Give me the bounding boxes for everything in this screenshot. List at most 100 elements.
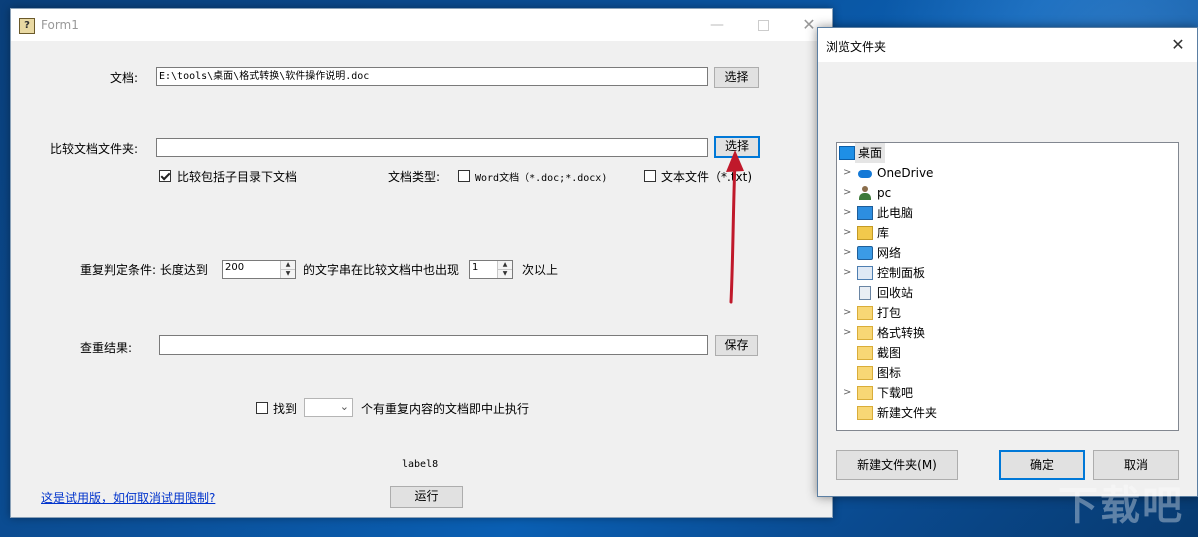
word-type-checkbox[interactable] xyxy=(458,170,470,182)
chevron-down-icon[interactable]: ⌄ xyxy=(340,400,349,413)
tree-item[interactable]: 新建文件夹 xyxy=(837,403,1178,423)
tree-item[interactable]: > 网络 xyxy=(837,243,1178,263)
tree-item[interactable]: > 控制面板 xyxy=(837,263,1178,283)
tree-item-label: 打包 xyxy=(877,306,902,320)
tree-item-label: 此电脑 xyxy=(877,206,914,220)
recycle-bin-icon xyxy=(859,286,871,300)
chevron-right-icon[interactable]: > xyxy=(843,263,853,283)
folder-icon xyxy=(857,386,873,400)
text-type-label: 文本文件（*.txt) xyxy=(661,170,753,184)
length-value: 200 xyxy=(225,262,245,273)
doc-type-label: 文档类型: xyxy=(388,170,441,184)
choose-folder-button[interactable]: 选择 xyxy=(714,136,760,158)
computer-icon xyxy=(857,206,873,220)
spin-down-icon[interactable]: ▼ xyxy=(498,269,512,278)
tree-item-label: 新建文件夹 xyxy=(877,406,938,420)
tree-item-label: OneDrive xyxy=(877,166,934,180)
watermark-logo: 下载吧 xyxy=(1058,483,1184,529)
tree-item[interactable]: > 此电脑 xyxy=(837,203,1178,223)
times-spinner[interactable]: 1 ▲ ▼ xyxy=(469,260,513,279)
form1-window: ? Form1 — ✕ 文档: E:\tools\桌面\格式转换\软件操作说明.… xyxy=(10,8,833,518)
appear-text: 的文字串在比较文档中也出现 xyxy=(303,263,460,277)
status-label: label8 xyxy=(402,459,439,470)
desktop-icon xyxy=(839,146,855,160)
tree-item-label: 格式转换 xyxy=(877,326,926,340)
chevron-right-icon[interactable]: > xyxy=(843,203,853,223)
spin-up-icon[interactable]: ▲ xyxy=(498,261,512,269)
folder-icon xyxy=(857,366,873,380)
chevron-right-icon[interactable]: > xyxy=(843,383,853,403)
find-stop-checkbox[interactable] xyxy=(256,402,268,414)
tree-item-label: 下载吧 xyxy=(877,386,914,400)
compare-folder-label: 比较文档文件夹: xyxy=(50,142,139,156)
tree-item[interactable]: > OneDrive xyxy=(837,163,1178,183)
tree-item[interactable]: > 打包 xyxy=(837,303,1178,323)
length-spinner-arrows[interactable]: ▲ ▼ xyxy=(280,261,295,278)
ok-button[interactable]: 确定 xyxy=(999,450,1085,480)
tree-item-label: 截图 xyxy=(877,346,902,360)
folder-icon xyxy=(857,346,873,360)
folder-icon xyxy=(857,306,873,320)
chevron-right-icon[interactable]: > xyxy=(843,183,853,203)
network-icon xyxy=(857,246,873,260)
doc-path-input[interactable]: E:\tools\桌面\格式转换\软件操作说明.doc xyxy=(156,67,708,86)
tree-item-label: 控制面板 xyxy=(877,266,926,280)
result-label: 查重结果: xyxy=(80,341,133,355)
cancel-button[interactable]: 取消 xyxy=(1093,450,1179,480)
tree-item[interactable]: 回收站 xyxy=(837,283,1178,303)
repeat-condition-label: 重复判定条件: 长度达到 xyxy=(80,263,208,277)
find-count-combo[interactable]: ⌄ xyxy=(304,398,353,417)
chevron-right-icon[interactable]: > xyxy=(843,163,853,183)
times-value: 1 xyxy=(472,262,479,273)
folder-icon xyxy=(857,406,873,420)
browse-folder-dialog: 浏览文件夹 ✕ 桌面 > OneDrive > pc > 此电脑 > 库 > 网… xyxy=(817,27,1198,497)
tree-item-label: pc xyxy=(877,186,892,200)
tree-item[interactable]: > 格式转换 xyxy=(837,323,1178,343)
chevron-right-icon[interactable]: > xyxy=(843,303,853,323)
chevron-right-icon[interactable]: > xyxy=(843,323,853,343)
dialog-title: 浏览文件夹 xyxy=(826,40,887,54)
tree-item-label: 桌面 xyxy=(855,143,886,163)
maximize-button[interactable] xyxy=(740,9,786,41)
tree-item-label: 图标 xyxy=(877,366,902,380)
run-button[interactable]: 运行 xyxy=(390,486,463,508)
folder-icon xyxy=(857,326,873,340)
result-input[interactable] xyxy=(159,335,708,355)
tree-item[interactable]: 桌面 xyxy=(837,143,1178,163)
library-icon xyxy=(857,226,873,240)
tree-item-label: 库 xyxy=(877,226,890,240)
dialog-close-button[interactable]: ✕ xyxy=(1163,33,1193,57)
new-folder-button[interactable]: 新建文件夹(M) xyxy=(836,450,958,480)
save-button[interactable]: 保存 xyxy=(715,335,758,356)
app-icon: ? xyxy=(19,18,35,34)
spin-down-icon[interactable]: ▼ xyxy=(281,269,295,278)
chevron-right-icon[interactable]: > xyxy=(843,223,853,243)
times-spinner-arrows[interactable]: ▲ ▼ xyxy=(497,261,512,278)
compare-folder-input[interactable] xyxy=(156,138,708,157)
length-spinner[interactable]: 200 ▲ ▼ xyxy=(222,260,296,279)
window-title: Form1 xyxy=(41,18,79,32)
find-suffix: 个有重复内容的文档即中止执行 xyxy=(361,402,530,416)
tree-item[interactable]: > 库 xyxy=(837,223,1178,243)
chevron-right-icon[interactable]: > xyxy=(843,243,853,263)
trial-link[interactable]: 这是试用版，如何取消试用限制? xyxy=(41,489,215,506)
title-bar[interactable]: ? Form1 — ✕ xyxy=(11,9,832,41)
spin-up-icon[interactable]: ▲ xyxy=(281,261,295,269)
folder-tree[interactable]: 桌面 > OneDrive > pc > 此电脑 > 库 > 网络 > 控制面板… xyxy=(836,142,1179,431)
tree-item-label: 网络 xyxy=(877,246,902,260)
tree-item[interactable]: > 下载吧 xyxy=(837,383,1178,403)
tree-item[interactable]: > pc xyxy=(837,183,1178,203)
control-panel-icon xyxy=(857,266,873,280)
tree-item[interactable]: 截图 xyxy=(837,343,1178,363)
minimize-button[interactable]: — xyxy=(694,9,740,41)
word-type-label: Word文档（*.doc;*.docx) xyxy=(475,173,608,184)
choose-doc-button[interactable]: 选择 xyxy=(714,67,759,88)
user-icon xyxy=(857,186,873,200)
maximize-icon xyxy=(757,19,769,31)
include-subdirs-checkbox[interactable] xyxy=(159,170,171,182)
text-type-checkbox[interactable] xyxy=(644,170,656,182)
times-suffix: 次以上 xyxy=(522,263,559,277)
tree-item[interactable]: 图标 xyxy=(837,363,1178,383)
dialog-title-bar[interactable]: 浏览文件夹 ✕ xyxy=(818,28,1197,62)
include-subdirs-label: 比较包括子目录下文档 xyxy=(177,170,298,184)
